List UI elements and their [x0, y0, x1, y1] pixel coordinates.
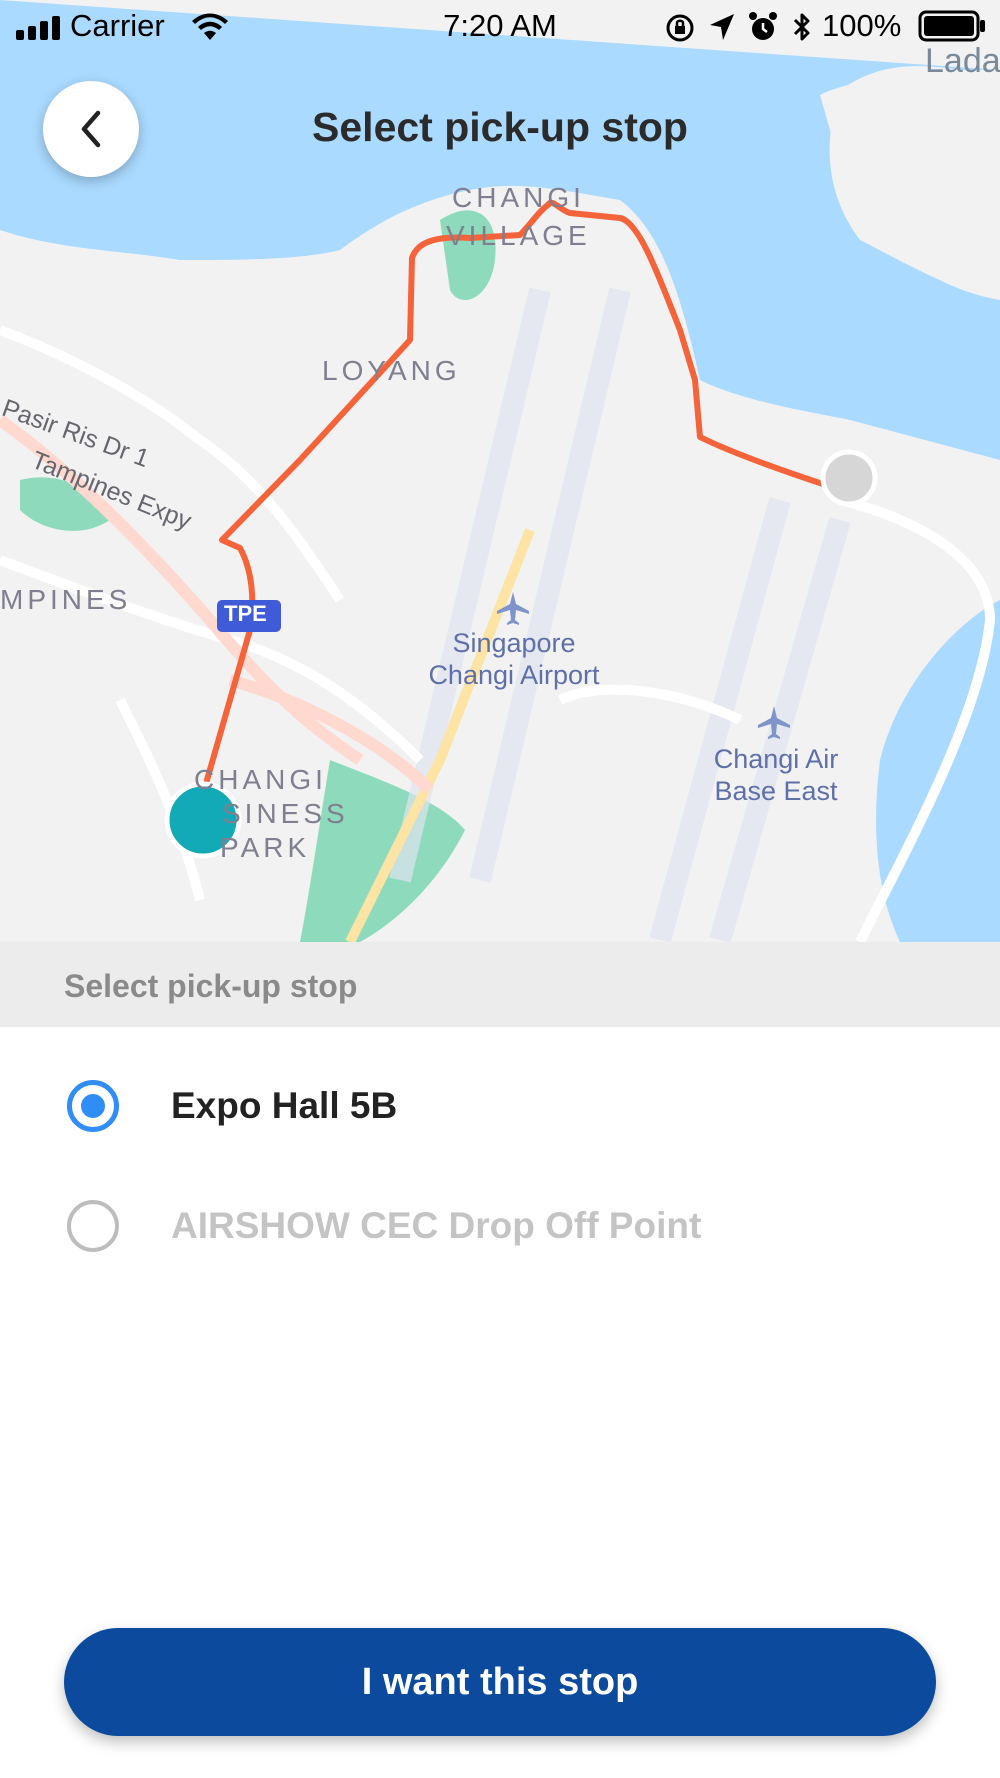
- map-label-business-park: PARK: [220, 832, 311, 863]
- map-label-airbase: Base East: [714, 776, 838, 806]
- section-header: Select pick-up stop: [0, 942, 1000, 1027]
- chevron-left-icon: [81, 110, 101, 148]
- location-arrow-icon: [710, 14, 734, 40]
- end-stop-marker[interactable]: [820, 449, 878, 507]
- section-heading: Select pick-up stop: [64, 968, 358, 1004]
- alarm-icon: [749, 12, 777, 40]
- map-label-airport: Changi Airport: [428, 660, 600, 690]
- map-label-business-park: CHANGI: [194, 764, 327, 795]
- battery-icon: [918, 10, 985, 42]
- stop-option-label: AIRSHOW CEC Drop Off Point: [171, 1205, 702, 1246]
- map-label-loyang: LOYANG: [322, 355, 461, 386]
- stop-option-airshow-cec[interactable]: AIRSHOW CEC Drop Off Point: [0, 1176, 1000, 1276]
- map-label-changi-village: VILLAGE: [446, 220, 591, 251]
- stop-option-expo-hall[interactable]: Expo Hall 5B: [0, 1056, 1000, 1156]
- battery-percent: 100%: [822, 8, 902, 43]
- map-label-changi-village: CHANGI: [452, 182, 585, 213]
- map-label-airbase: Changi Air: [713, 744, 839, 774]
- bluetooth-icon: [793, 13, 810, 41]
- page-title: Select pick-up stop: [312, 104, 688, 150]
- map-label-airport: Singapore: [452, 628, 576, 658]
- radio-unselected[interactable]: [67, 1200, 119, 1252]
- back-button[interactable]: [43, 81, 139, 177]
- stop-option-label: Expo Hall 5B: [171, 1085, 398, 1126]
- status-bar: Carrier 7:20 AM 100%: [0, 0, 1000, 56]
- radio-selected[interactable]: [67, 1080, 119, 1132]
- map-label-business-park: SINESS: [222, 798, 349, 829]
- i-want-this-stop-button[interactable]: I want this stop: [64, 1628, 936, 1736]
- orientation-lock-icon: [666, 14, 694, 42]
- map-label-tampines: MPINES: [0, 584, 132, 615]
- map-label-tpe: TPE: [224, 601, 267, 626]
